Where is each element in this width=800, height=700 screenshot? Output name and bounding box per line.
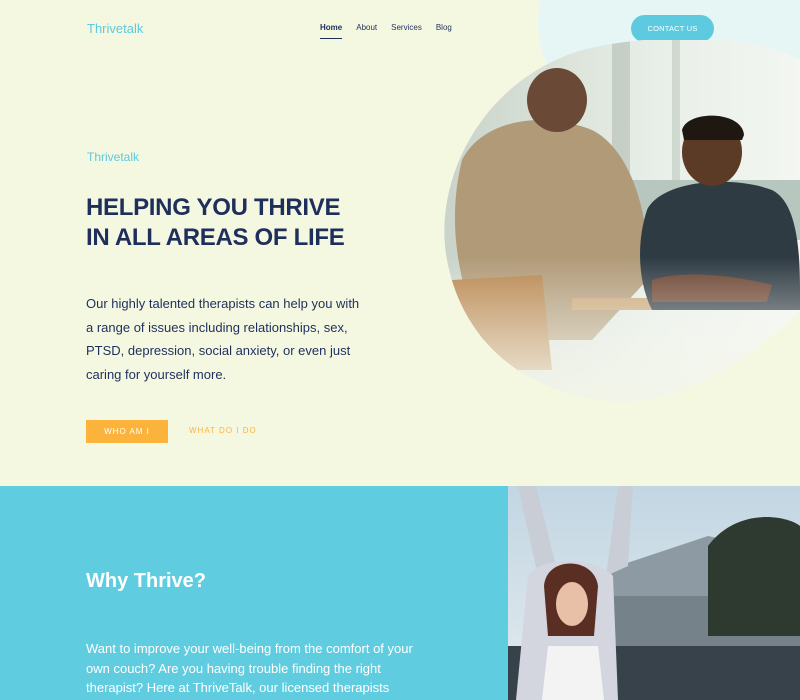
- contact-us-button[interactable]: CONTACT US: [631, 15, 714, 42]
- hero-title-line1: HELPING YOU THRIVE: [86, 194, 341, 221]
- why-thrive-section: Why Thrive? Want to improve your well-be…: [0, 486, 800, 700]
- nav-services[interactable]: Services: [391, 23, 422, 39]
- who-am-i-button[interactable]: WHO AM I: [86, 420, 168, 443]
- main-nav: Home About Services Blog: [320, 23, 452, 39]
- hero-description: Our highly talented therapists can help …: [86, 296, 360, 382]
- hero-section: Thrivetalk Home About Services Blog CONT…: [0, 0, 800, 486]
- stretching-woman-photo: [508, 486, 800, 700]
- why-thrive-title: Why Thrive?: [86, 570, 207, 592]
- hero-brand: Thrivetalk: [87, 150, 140, 164]
- hero-title: HELPING YOU THRIVE IN ALL AREAS OF LIFE: [86, 193, 386, 253]
- what-do-i-do-link[interactable]: WHAT DO I DO: [189, 426, 257, 435]
- site-logo[interactable]: Thrivetalk: [87, 21, 143, 36]
- hero-title-line2: IN ALL AREAS OF LIFE: [86, 224, 345, 251]
- nav-blog[interactable]: Blog: [436, 23, 452, 39]
- why-thrive-text: Want to improve your well-being from the…: [86, 641, 413, 695]
- nav-about[interactable]: About: [356, 23, 377, 39]
- nav-home[interactable]: Home: [320, 23, 343, 39]
- therapy-session-photo: [444, 40, 800, 402]
